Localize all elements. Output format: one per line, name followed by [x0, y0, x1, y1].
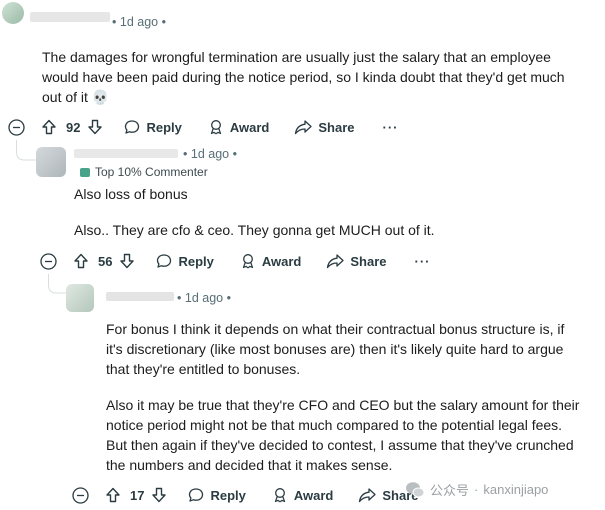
timestamp: 1d ago: [190, 147, 230, 161]
reply-button[interactable]: Reply: [124, 119, 182, 135]
comment-paragraph: Also it may be true that they're CFO and…: [106, 397, 580, 473]
upvote-arrow-icon: [42, 119, 56, 135]
award-button[interactable]: Award: [208, 119, 270, 135]
downvote-button[interactable]: [151, 487, 167, 503]
username[interactable]: [30, 12, 110, 22]
comment-line: out of it 💀: [42, 89, 110, 105]
upvote-button[interactable]: [105, 487, 121, 503]
comment-actions: 17 Reply Award Share: [72, 484, 419, 506]
downvote-button[interactable]: [87, 119, 103, 135]
wechat-icon: [406, 481, 425, 497]
more-options-icon: ···: [382, 119, 399, 135]
downvote-arrow-icon: [88, 119, 103, 135]
reply-label: Reply: [146, 119, 182, 135]
comment-line: The damages for wrongful termination are…: [42, 49, 551, 65]
comment-meta: • 1d ago •: [183, 147, 237, 161]
top-commenter-badge: Top 10% Commenter: [80, 165, 208, 179]
upvote-button[interactable]: [73, 253, 89, 269]
share-arrow-icon: [359, 488, 377, 503]
award-icon: [210, 120, 221, 135]
comment-line: would have been paid during the notice p…: [42, 69, 565, 85]
comment-actions: 56 Reply Award Share ···: [40, 250, 431, 272]
badge-label: Top 10% Commenter: [95, 165, 208, 179]
vote-count: 17: [130, 487, 145, 503]
badge-icon: [80, 167, 90, 177]
downvote-arrow-icon: [120, 253, 135, 269]
username[interactable]: [106, 292, 174, 301]
award-icon: [274, 488, 285, 503]
dot-separator: •: [226, 291, 231, 305]
avatar[interactable]: [66, 284, 94, 312]
comment-bubble-icon: [157, 254, 172, 268]
comment-bubble-icon: [189, 488, 204, 502]
award-button[interactable]: Award: [240, 253, 302, 269]
collapse-icon: [72, 486, 89, 504]
comment-line: Also loss of bonus: [74, 186, 188, 202]
dot-separator: •: [183, 147, 188, 161]
downvote-arrow-icon: [152, 487, 167, 503]
reply-label: Reply: [178, 253, 214, 269]
reply-label: Reply: [210, 487, 246, 503]
dot-separator: •: [112, 15, 117, 29]
vote-count: 56: [98, 253, 113, 269]
watermark-separator: ·: [474, 482, 479, 497]
reply-button[interactable]: Reply: [156, 253, 214, 269]
comment-body: The damages for wrongful termination are…: [42, 47, 602, 107]
avatar[interactable]: [36, 147, 66, 177]
share-label: Share: [318, 119, 355, 135]
more-options-icon: ···: [414, 253, 431, 269]
comment-body: Also loss of bonus Also.. They are cfo &…: [74, 184, 594, 240]
watermark-account: 公众号: [430, 483, 470, 498]
vote-count: 92: [66, 119, 81, 135]
dot-separator: •: [177, 291, 182, 305]
award-button[interactable]: Award: [272, 487, 334, 503]
avatar[interactable]: [2, 2, 24, 24]
watermark: 公众号 · kanxinjiapo: [405, 480, 548, 499]
award-label: Award: [229, 119, 270, 135]
reply-button[interactable]: Reply: [188, 487, 246, 503]
upvote-button[interactable]: [41, 119, 57, 135]
comment-line: Also.. They are cfo & ceo. They gonna ge…: [74, 222, 435, 238]
dot-separator: •: [161, 15, 166, 29]
username[interactable]: [74, 149, 178, 158]
share-button[interactable]: Share: [326, 253, 387, 269]
collapse-icon: [40, 252, 57, 270]
dot-separator: •: [232, 147, 237, 161]
upvote-arrow-icon: [106, 487, 120, 503]
comment-actions: 92 Reply Award Share ···: [8, 116, 399, 138]
comment-meta: • 1d ago •: [112, 15, 166, 29]
comment-bubble-icon: [125, 120, 140, 134]
collapse-icon: [8, 118, 25, 136]
more-options-button[interactable]: ···: [415, 254, 431, 269]
collapse-button[interactable]: [72, 486, 89, 504]
comment-body: For bonus I think it depends on what the…: [106, 319, 584, 475]
downvote-button[interactable]: [119, 253, 135, 269]
share-arrow-icon: [327, 254, 345, 269]
upvote-arrow-icon: [74, 253, 88, 269]
more-options-button[interactable]: ···: [383, 120, 399, 135]
award-icon: [242, 254, 253, 269]
award-label: Award: [261, 253, 302, 269]
comment-paragraph: For bonus I think it depends on what the…: [106, 321, 565, 377]
share-button[interactable]: Share: [294, 119, 355, 135]
share-label: Share: [350, 253, 387, 269]
collapse-button[interactable]: [40, 252, 57, 270]
comment-meta: • 1d ago •: [177, 291, 231, 305]
award-label: Award: [293, 487, 334, 503]
timestamp: 1d ago: [184, 291, 224, 305]
watermark-name: kanxinjiapo: [483, 482, 549, 497]
share-arrow-icon: [295, 120, 313, 135]
timestamp: 1d ago: [119, 15, 159, 29]
collapse-button[interactable]: [8, 118, 25, 136]
